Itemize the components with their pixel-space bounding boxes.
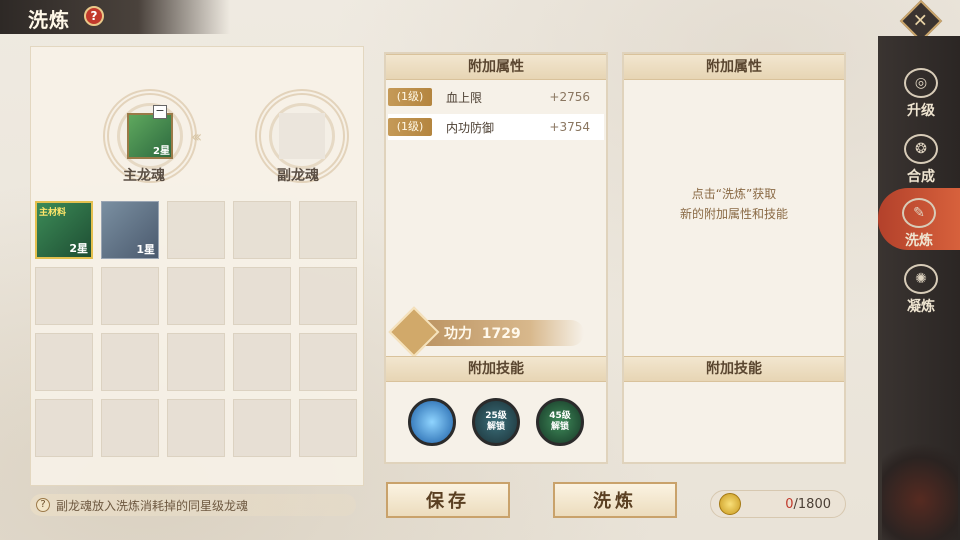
- power-label: 功力 1729: [444, 323, 521, 343]
- attr-row: (1级) 血上限 +2756: [388, 84, 604, 110]
- arrow-icon: ‹‹‹: [191, 127, 202, 146]
- skill-header: 附加技能: [624, 356, 844, 382]
- attr-level: (1级): [388, 118, 432, 136]
- inventory-cell[interactable]: [101, 267, 159, 325]
- inventory-cell[interactable]: [233, 267, 291, 325]
- sidebar-item-label: 凝炼: [907, 299, 935, 315]
- main-dragon-soul-slot[interactable]: 2星: [117, 103, 183, 169]
- inventory-cell[interactable]: [35, 267, 93, 325]
- refine-button[interactable]: 洗炼: [553, 482, 677, 518]
- attr-value: +2756: [549, 90, 590, 104]
- attr-row: (1级) 内功防御 +3754: [388, 114, 604, 140]
- sub-dragon-soul-slot[interactable]: [269, 103, 335, 169]
- synthesis-icon: ❂: [904, 134, 938, 164]
- close-icon: ✕: [913, 10, 929, 32]
- remove-main-button[interactable]: −: [153, 105, 167, 119]
- attr-header: 附加属性: [624, 54, 844, 80]
- inventory-cell[interactable]: [299, 201, 357, 259]
- skills-row: 25级 解锁 45级 解锁: [408, 398, 584, 446]
- power-badge: 功力 1729: [388, 306, 584, 358]
- inventory-cell[interactable]: [233, 399, 291, 457]
- help-icon[interactable]: ?: [84, 6, 104, 26]
- coin-icon: [719, 493, 741, 515]
- sidebar-item-synthesis[interactable]: ❂ 合成: [886, 124, 956, 186]
- inventory-grid: 主材料 2星 1星: [35, 201, 361, 457]
- skill-icon[interactable]: [408, 398, 456, 446]
- sidebar-item-label: 洗炼: [905, 233, 933, 249]
- hint-line: 新的附加属性和技能: [679, 207, 788, 221]
- tip-text: 副龙魂放入洗炼消耗掉的同星级龙魂: [56, 498, 249, 513]
- condense-icon: ✺: [904, 264, 938, 294]
- main-soul-label: 主龙魂: [123, 168, 165, 184]
- current-attributes-panel: 附加属性 (1级) 血上限 +2756 (1级) 内功防御 +3754 功力 1…: [384, 52, 608, 464]
- sidebar-item-condense[interactable]: ✺ 凝炼: [886, 254, 956, 316]
- title-bar: 洗炼 ?: [0, 0, 230, 34]
- inventory-cell[interactable]: [167, 333, 225, 391]
- inventory-cell[interactable]: [167, 399, 225, 457]
- currency-current: 0: [785, 496, 794, 512]
- locked-skill-icon[interactable]: 45级 解锁: [536, 398, 584, 446]
- inventory-cell[interactable]: [299, 399, 357, 457]
- hint-line: 点击“洗炼”获取: [691, 187, 777, 201]
- new-attributes-panel: 附加属性 点击“洗炼”获取 新的附加属性和技能 附加技能: [622, 52, 846, 464]
- inventory-cell[interactable]: [35, 333, 93, 391]
- inventory-cell[interactable]: [101, 399, 159, 457]
- inventory-item[interactable]: 主材料 2星: [35, 201, 93, 259]
- question-icon: ?: [36, 498, 50, 512]
- sidebar-item-label: 合成: [907, 169, 935, 185]
- inventory-cell[interactable]: [167, 201, 225, 259]
- attr-value: +3754: [549, 120, 590, 134]
- save-button[interactable]: 保存: [386, 482, 510, 518]
- sub-soul-label: 副龙魂: [277, 168, 319, 184]
- tip-bar: ? 副龙魂放入洗炼消耗掉的同星级龙魂: [30, 494, 356, 516]
- dragon-soul-panel: 2星 − ‹‹‹ 主龙魂 副龙魂 主材料 2星 1星: [30, 46, 364, 486]
- attr-header: 附加属性: [386, 54, 606, 80]
- locked-skill-icon[interactable]: 25级 解锁: [472, 398, 520, 446]
- main-dragon-soul-item[interactable]: 2星: [127, 113, 173, 159]
- attr-name: 内功防御: [446, 120, 495, 135]
- inventory-cell[interactable]: [299, 333, 357, 391]
- item-star: 2星: [69, 242, 88, 255]
- inventory-item[interactable]: 1星: [101, 201, 159, 259]
- inventory-cell[interactable]: [101, 333, 159, 391]
- item-star: 2星: [153, 146, 170, 157]
- inventory-cell[interactable]: [167, 267, 225, 325]
- refine-icon: ✎: [902, 198, 936, 228]
- item-star: 1星: [136, 243, 155, 256]
- currency-value: 0/1800: [785, 497, 831, 512]
- inventory-cell[interactable]: [233, 201, 291, 259]
- skill-header: 附加技能: [386, 356, 606, 382]
- inventory-cell[interactable]: [35, 399, 93, 457]
- power-value: 1729: [481, 326, 521, 342]
- attr-level: (1级): [388, 88, 432, 106]
- power-icon: [388, 306, 440, 358]
- refine-hint: 点击“洗炼”获取 新的附加属性和技能: [624, 184, 844, 224]
- upgrade-icon: ◎: [904, 68, 938, 98]
- currency-total: /1800: [793, 496, 831, 512]
- sidebar-item-upgrade[interactable]: ◎ 升级: [886, 58, 956, 120]
- power-label-text: 功力: [444, 326, 472, 342]
- page-title: 洗炼: [28, 8, 70, 32]
- item-tag: 主材料: [39, 208, 67, 218]
- sidebar-item-label: 升级: [907, 103, 935, 119]
- inventory-cell[interactable]: [299, 267, 357, 325]
- currency-display: 0/1800: [710, 490, 846, 518]
- right-sidebar: ◎ 升级 ❂ 合成 ✎ 洗炼 ✺ 凝炼: [878, 36, 960, 540]
- dragon-decoration: [882, 440, 958, 540]
- empty-slot: [279, 113, 325, 159]
- sidebar-item-refine[interactable]: ✎ 洗炼: [878, 188, 960, 250]
- inventory-cell[interactable]: [233, 333, 291, 391]
- attr-name: 血上限: [446, 90, 483, 105]
